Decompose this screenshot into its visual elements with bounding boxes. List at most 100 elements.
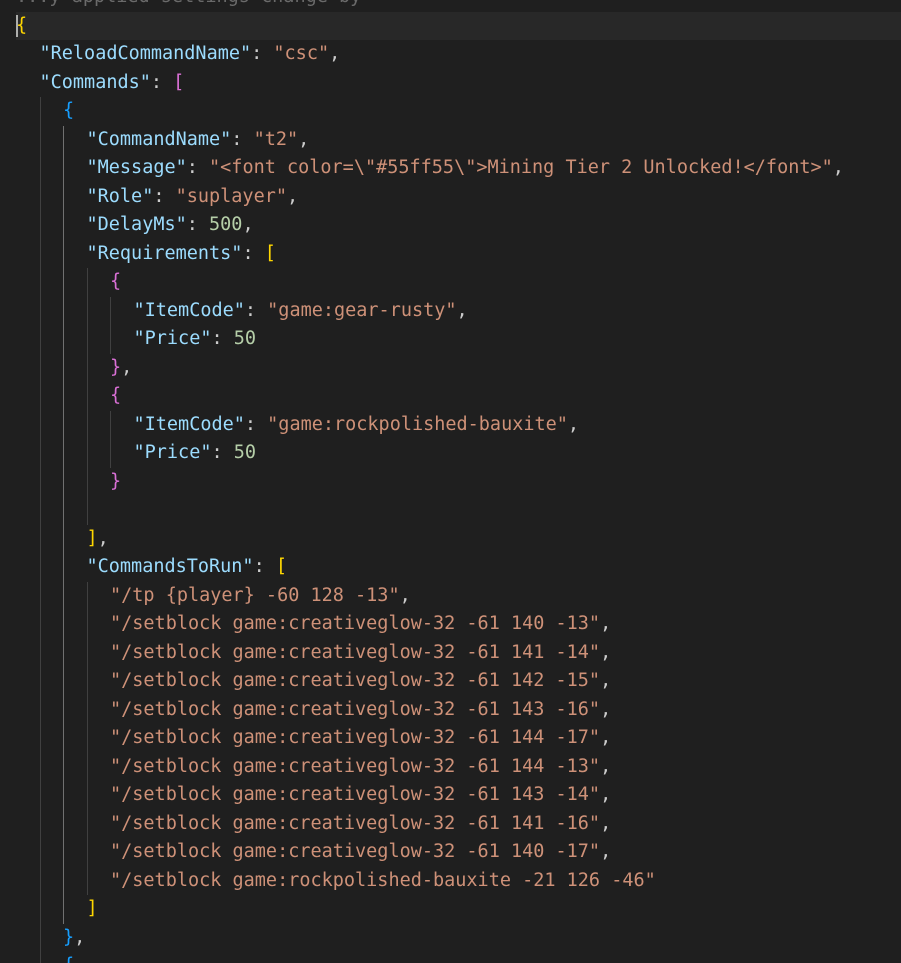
code-line[interactable]: "Message": "<font color=\"#55ff55\">Mini… <box>16 154 901 183</box>
code-token: "/setblock game:creativeglow-32 -61 143 … <box>110 784 601 805</box>
code-line[interactable]: "/setblock game:rockpolished-bauxite -21… <box>16 866 901 896</box>
code-line[interactable]: "/setblock game:creativeglow-32 -61 141 … <box>16 638 901 667</box>
indent-guide <box>86 638 88 667</box>
code-text: { <box>63 952 74 963</box>
code-token: "/setblock game:creativeglow-32 -61 143 … <box>110 698 601 720</box>
indent-guide <box>86 296 88 325</box>
code-line[interactable]: ], <box>16 524 901 553</box>
code-token: "Price" <box>133 442 212 463</box>
code-token: "<font color=\"#55ff55\">Mining Tier 2 U… <box>209 157 833 178</box>
indent-guide <box>39 781 41 810</box>
code-line[interactable]: "Requirements": [ <box>16 239 901 268</box>
code-text: "Price": 50 <box>134 439 257 468</box>
code-line[interactable]: "Commands": [ <box>16 69 901 98</box>
indent-guide <box>63 553 64 582</box>
code-token: : <box>242 242 265 264</box>
code-line[interactable]: { <box>16 11 901 40</box>
indent-guide <box>86 866 88 895</box>
indent-guide <box>63 724 64 753</box>
code-line[interactable]: "/setblock game:creativeglow-32 -61 141 … <box>16 809 901 838</box>
code-token: , <box>600 670 612 691</box>
code-line[interactable]: "DelayMs": 500, <box>16 211 901 240</box>
indent-guide <box>63 325 64 354</box>
code-token: [ <box>264 242 276 264</box>
code-token: ...y applied settings change by <box>16 0 361 7</box>
code-line[interactable]: { <box>16 952 901 963</box>
code-token: , <box>600 784 612 805</box>
indent-guide <box>86 467 88 496</box>
indent-guide <box>39 752 41 781</box>
indent-guide <box>63 667 64 696</box>
indent-guide <box>86 325 88 354</box>
code-text: "/setblock game:rockpolished-bauxite -21… <box>110 867 656 896</box>
code-line[interactable]: ] <box>16 895 901 924</box>
code-text: }, <box>63 924 85 953</box>
code-line[interactable]: "/setblock game:creativeglow-32 -61 140 … <box>16 838 901 867</box>
code-token: , <box>287 185 299 207</box>
code-token: , <box>298 128 310 150</box>
code-text: "ItemCode": "game:rockpolished-bauxite", <box>134 411 580 440</box>
indent-guide <box>39 211 41 240</box>
code-line[interactable]: ...y applied settings change by <box>16 0 901 12</box>
code-token: , <box>600 755 612 777</box>
code-token: "game:rockpolished-bauxite" <box>267 413 568 435</box>
code-line[interactable]: "/setblock game:creativeglow-32 -61 143 … <box>16 695 901 725</box>
code-line[interactable]: "/setblock game:creativeglow-32 -61 140 … <box>16 610 901 639</box>
code-text: "/setblock game:creativeglow-32 -61 143 … <box>110 696 611 725</box>
code-text: "/setblock game:creativeglow-32 -61 144 … <box>110 753 611 782</box>
code-line[interactable]: { <box>16 97 901 126</box>
code-token: "/setblock game:creativeglow-32 -61 140 … <box>110 613 601 634</box>
code-line[interactable]: "CommandName": "t2", <box>16 125 901 154</box>
indent-guide <box>63 410 64 439</box>
code-token: [ <box>275 556 287 577</box>
code-line[interactable]: "Price": 50 <box>16 439 901 468</box>
code-line[interactable]: "/setblock game:creativeglow-32 -61 142 … <box>16 667 901 696</box>
indent-guide <box>63 182 64 211</box>
code-line[interactable]: "ItemCode": "game:rockpolished-bauxite", <box>16 410 901 440</box>
indent-guide <box>63 781 64 810</box>
code-line[interactable]: "Role": "suplayer", <box>16 182 901 211</box>
code-token: , <box>121 356 133 378</box>
code-line[interactable]: "/setblock game:creativeglow-32 -61 143 … <box>16 781 901 810</box>
code-token: : <box>251 43 274 64</box>
indent-guide <box>86 809 88 838</box>
code-token: "suplayer" <box>175 185 287 207</box>
code-lines[interactable]: ...y applied settings change by{"ReloadC… <box>16 0 901 963</box>
code-token: "ItemCode" <box>133 413 245 435</box>
code-token: "Message" <box>86 157 187 178</box>
indent-guide <box>63 496 64 525</box>
indent-guide <box>39 382 41 411</box>
indent-guide <box>39 97 41 126</box>
code-token: "ItemCode" <box>133 299 245 321</box>
code-token: "/setblock game:creativeglow-32 -61 141 … <box>110 641 601 663</box>
code-line[interactable]: "/setblock game:creativeglow-32 -61 144 … <box>16 752 901 782</box>
indent-guide <box>39 581 41 610</box>
indent-guide <box>39 496 41 525</box>
indent-guide <box>86 410 88 439</box>
indent-guide <box>39 239 41 268</box>
code-token: "game:gear-rusty" <box>267 299 457 321</box>
code-line[interactable]: }, <box>16 353 901 382</box>
code-line[interactable]: } <box>16 467 901 496</box>
code-token: , <box>399 584 411 606</box>
code-line[interactable]: "/setblock game:creativeglow-32 -61 144 … <box>16 724 901 753</box>
indent-guide <box>86 781 88 810</box>
code-line[interactable]: }, <box>16 923 901 953</box>
code-line[interactable]: { <box>16 268 901 297</box>
code-line[interactable]: "/tp {player} -60 128 -13", <box>16 581 901 610</box>
code-token: "Requirements" <box>86 242 243 264</box>
indent-guide <box>63 353 64 382</box>
indent-guide <box>86 752 88 781</box>
code-token: : <box>186 214 210 235</box>
code-line[interactable]: "ItemCode": "game:gear-rusty", <box>16 296 901 325</box>
code-line[interactable]: "Price": 50 <box>16 325 901 354</box>
indent-guide <box>86 581 88 610</box>
code-editor[interactable]: ...y applied settings change by{"ReloadC… <box>0 0 901 963</box>
code-text: "CommandsToRun": [ <box>87 553 288 582</box>
code-line[interactable]: "CommandsToRun": [ <box>16 553 901 582</box>
code-line[interactable]: { <box>16 382 901 411</box>
indent-guide <box>39 553 41 582</box>
indent-guide <box>39 325 41 354</box>
code-line[interactable]: "ReloadCommandName": "csc", <box>16 40 901 69</box>
code-line[interactable] <box>16 496 901 525</box>
